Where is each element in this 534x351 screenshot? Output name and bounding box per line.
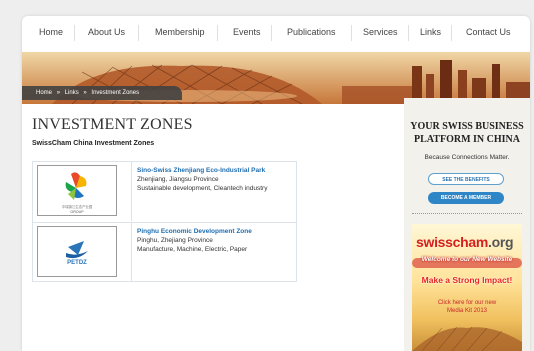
sidebar-title-line1: YOUR SWISS BUSINESS	[410, 121, 524, 132]
ad-click-line1: Click here for our new	[437, 300, 497, 306]
zone-name-link[interactable]: Pinghu Economic Development Zone	[137, 227, 252, 236]
sidebar-tagline: Because Connections Matter.	[424, 154, 510, 161]
petdz-logo-text: PETDZ	[67, 260, 87, 266]
zone-details: Sino-Swiss Zhenjiang Eco-Industrial Park…	[137, 166, 267, 193]
ad-click-line2: Media Kit 2013	[446, 308, 488, 314]
breadcrumb: Home » Links » Investment Zones	[22, 86, 182, 100]
logo-cell: 中瑞镇江生态产业园 GROUP	[33, 162, 132, 221]
nav-about-us[interactable]: About Us	[88, 27, 125, 37]
nav-separator	[74, 25, 75, 41]
media-kit-ad-banner[interactable]: swisscham.org Welcome to our New Website…	[412, 224, 522, 351]
sidebar-title: YOUR SWISS BUSINESS PLATFORM IN CHINA	[404, 120, 530, 146]
nav-membership[interactable]: Membership	[155, 27, 205, 37]
breadcrumb-home[interactable]: Home	[36, 90, 52, 96]
nav-home[interactable]: Home	[39, 27, 63, 37]
zhenjiang-park-logo[interactable]: 中瑞镇江生态产业园 GROUP	[37, 165, 117, 216]
zone-location: Zhenjiang, Jiangsu Province	[137, 176, 219, 183]
breadcrumb-separator: »	[83, 90, 87, 96]
ad-welcome-text: Welcome to our New Website	[421, 256, 513, 263]
zone-name-link[interactable]: Sino-Swiss Zhenjiang Eco-Industrial Park	[137, 166, 267, 175]
breadcrumb-separator: »	[56, 90, 61, 96]
swisscham-ad-logo: swisscham.org	[416, 234, 514, 250]
nav-separator	[408, 25, 409, 41]
petdz-logo-icon	[66, 241, 88, 259]
zone-location: Pinghu, Zhejiang Province	[137, 237, 213, 244]
sidebar: YOUR SWISS BUSINESS PLATFORM IN CHINA Be…	[404, 98, 530, 351]
svg-text:中瑞镇江生态产业园: 中瑞镇江生态产业园	[62, 204, 93, 209]
logo-cell: PETDZ	[33, 223, 132, 282]
nav-separator	[271, 25, 272, 41]
zone-sectors: Sustainable development, Cleantech indus…	[137, 185, 268, 192]
nav-separator	[217, 25, 218, 41]
nav-separator	[351, 25, 352, 41]
page: Home About Us Membership Events Publicat…	[22, 16, 530, 351]
zone-sectors: Manufacture, Machine, Electric, Paper	[137, 246, 248, 253]
see-benefits-button[interactable]: SEE THE BENEFITS	[428, 173, 504, 185]
nav-events[interactable]: Events	[233, 27, 261, 37]
top-navigation: Home About Us Membership Events Publicat…	[22, 16, 530, 50]
ad-impact-text: Make a Strong Impact!	[421, 275, 513, 285]
sidebar-divider	[412, 213, 522, 214]
ad-media-kit-text: Click here for our new Media Kit 2013	[412, 299, 522, 315]
table-row: PETDZ Pinghu Economic Development Zone P…	[33, 222, 296, 282]
nav-publications[interactable]: Publications	[287, 27, 336, 37]
become-member-button[interactable]: BECOME A MEMBER	[428, 192, 504, 204]
nav-links[interactable]: Links	[420, 27, 441, 37]
nav-services[interactable]: Services	[363, 27, 398, 37]
sidebar-title-line2: PLATFORM IN CHINA	[414, 134, 520, 145]
ad-logo-main: swisscham	[416, 234, 489, 250]
table-row: 中瑞镇江生态产业园 GROUP Sino-Swiss Zhenjiang Eco…	[33, 162, 296, 221]
zhenjiang-logo-caption: GROUP	[70, 210, 84, 214]
breadcrumb-links[interactable]: Links	[65, 90, 79, 96]
ad-logo-suffix: .org	[488, 234, 514, 250]
breadcrumb-current: Investment Zones	[91, 90, 140, 96]
nav-contact-us[interactable]: Contact Us	[466, 27, 511, 37]
zone-details: Pinghu Economic Development Zone Pinghu,…	[137, 227, 252, 254]
nav-separator	[451, 25, 452, 41]
investment-zones-table: 中瑞镇江生态产业园 GROUP Sino-Swiss Zhenjiang Eco…	[32, 161, 297, 282]
page-subtitle: SwissCham China Investment Zones	[32, 140, 155, 147]
page-title: INVESTMENT ZONES	[32, 116, 193, 133]
eco-park-logo-icon: 中瑞镇江生态产业园	[62, 172, 93, 209]
pinghu-zone-logo[interactable]: PETDZ	[37, 226, 117, 277]
nav-separator	[138, 25, 139, 41]
